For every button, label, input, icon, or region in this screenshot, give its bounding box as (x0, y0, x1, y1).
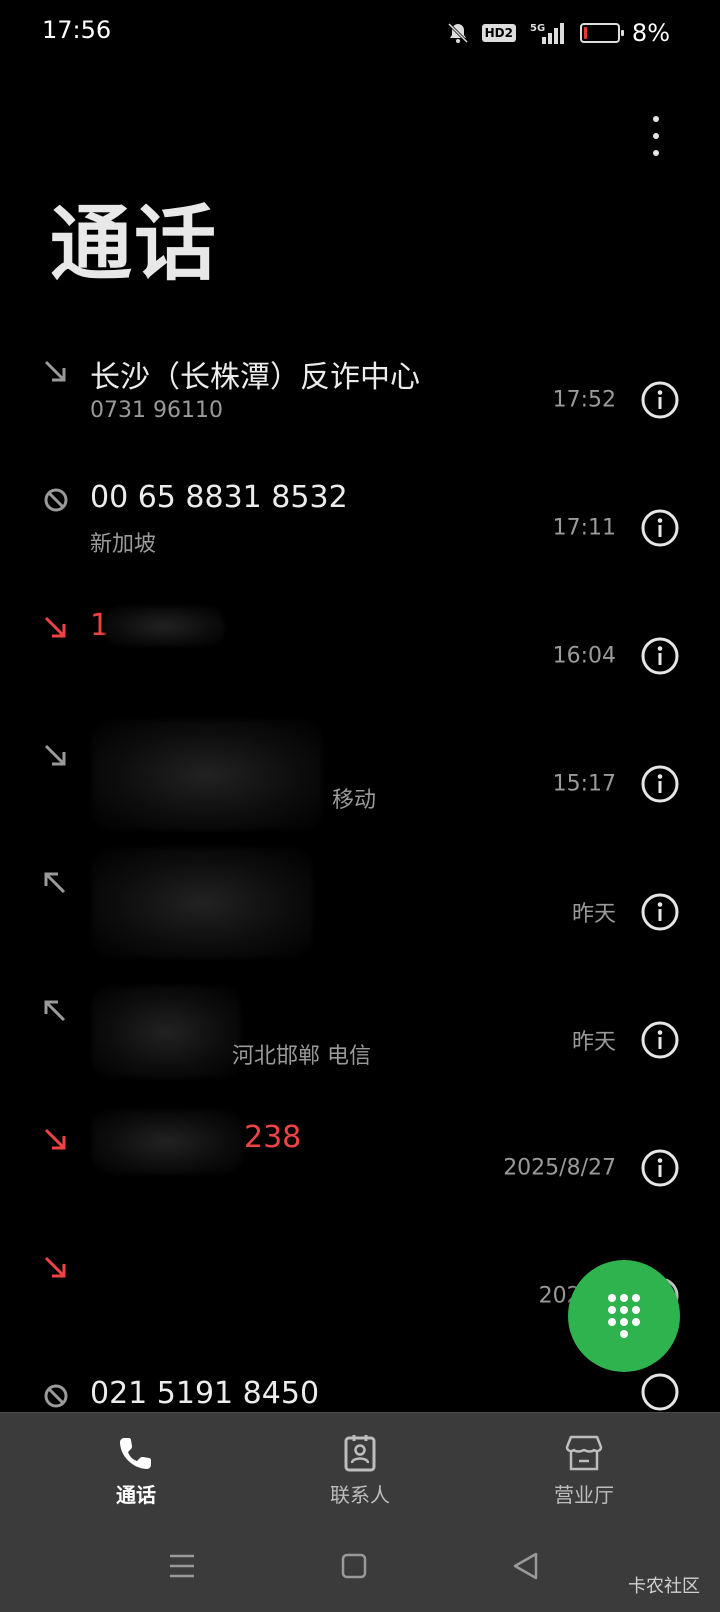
call-log-row[interactable]: 1 16:04 (0, 592, 720, 720)
contact-name: 00 65 8831 8532 (90, 480, 348, 515)
info-icon[interactable] (640, 508, 680, 548)
call-time: 昨天 (571, 902, 616, 927)
info-icon[interactable] (640, 636, 680, 676)
redacted-area (92, 848, 312, 958)
nav-label: 营业厅 (554, 1483, 614, 1507)
signal-5g-icon: 5G (530, 23, 564, 44)
contact-number: 0731 96110 (90, 398, 223, 423)
call-time: 2025/8/27 (503, 1155, 616, 1181)
info-icon[interactable] (640, 1372, 680, 1412)
incoming-call-icon (44, 744, 66, 766)
info-icon[interactable] (640, 1020, 680, 1060)
info-icon[interactable] (640, 1148, 680, 1188)
missed-call-icon (44, 1128, 66, 1150)
missed-call-icon (44, 616, 66, 638)
status-time: 17:56 (42, 16, 112, 44)
bottom-nav: 通话 联系人 营业厅 (0, 1412, 720, 1523)
info-icon[interactable] (640, 892, 680, 932)
blocked-call-icon (44, 1384, 68, 1408)
contact-location: 移动 (332, 788, 377, 813)
call-log-row[interactable]: 00 65 8831 8532 新加坡 17:11 (0, 464, 720, 592)
contact-name: 长沙（长株潭）反诈中心 (90, 360, 420, 395)
store-icon (565, 1435, 603, 1471)
nav-tab-calls[interactable]: 通话 (66, 1433, 206, 1508)
nav-tab-contacts[interactable]: 联系人 (290, 1433, 430, 1508)
missed-call-icon (44, 1256, 66, 1278)
redacted-area (92, 1110, 242, 1174)
redacted-area (104, 606, 224, 646)
status-bar: 17:56 HD2 5G 8% (0, 0, 720, 66)
redacted-area (92, 986, 240, 1078)
call-time: 16:04 (552, 643, 616, 669)
call-log-row[interactable]: 移动 15:17 (0, 720, 720, 848)
watermark: 卡农社区 (628, 1576, 700, 1597)
blocked-call-icon (44, 488, 68, 512)
call-time: 15:17 (552, 771, 616, 797)
bell-muted-icon (447, 22, 468, 44)
outgoing-call-icon (44, 872, 66, 894)
nav-tab-store[interactable]: 营业厅 (514, 1433, 654, 1508)
call-log-list[interactable]: 长沙（长株潭）反诈中心 0731 96110 17:52 00 65 8831 … (0, 336, 720, 1412)
incoming-call-icon (44, 360, 66, 382)
nav-label: 通话 (116, 1483, 156, 1507)
battery-percent: 8% (631, 19, 670, 47)
system-nav-bar: 卡农社区 (0, 1522, 720, 1612)
redacted-area (92, 720, 322, 830)
info-icon[interactable] (640, 380, 680, 420)
call-log-row[interactable]: 昨天 (0, 848, 720, 976)
hd-voice-icon: HD2 (481, 24, 516, 42)
back-triangle-icon[interactable] (506, 1546, 546, 1586)
network-label: 5G (530, 23, 545, 34)
menu-lines-icon[interactable] (162, 1546, 202, 1586)
home-square-icon[interactable] (334, 1546, 374, 1586)
contact-name: 238 (244, 1120, 302, 1155)
call-time: 17:11 (552, 515, 616, 541)
call-time: 昨天 (571, 1030, 616, 1055)
phone-app: 17:56 HD2 5G 8% 通话 长沙（长株潭）反诈中心 0731 9611… (0, 0, 720, 1612)
call-log-row[interactable]: 河北邯郸 电信 昨天 (0, 976, 720, 1104)
outgoing-call-icon (44, 1000, 66, 1022)
contact-location: 新加坡 (90, 532, 157, 557)
more-vertical-icon[interactable] (640, 116, 672, 156)
page-title: 通话 (50, 197, 219, 292)
dialpad-button[interactable] (568, 1260, 680, 1372)
battery-icon (579, 23, 624, 43)
call-time: 17:52 (552, 387, 616, 413)
battery-fill (583, 27, 587, 39)
contact-name: 021 5191 8450 (90, 1376, 320, 1411)
dialpad-icon (608, 1294, 640, 1338)
call-log-row[interactable]: 238 2025/8/27 (0, 1104, 720, 1232)
status-icons: HD2 5G 8% (446, 16, 670, 50)
contact-location: 河北邯郸 电信 (232, 1044, 371, 1069)
contacts-icon (344, 1435, 376, 1472)
info-icon[interactable] (640, 764, 680, 804)
call-log-row[interactable]: 长沙（长株潭）反诈中心 0731 96110 17:52 (0, 336, 720, 464)
phone-icon (120, 1438, 151, 1469)
nav-label: 联系人 (330, 1483, 390, 1507)
